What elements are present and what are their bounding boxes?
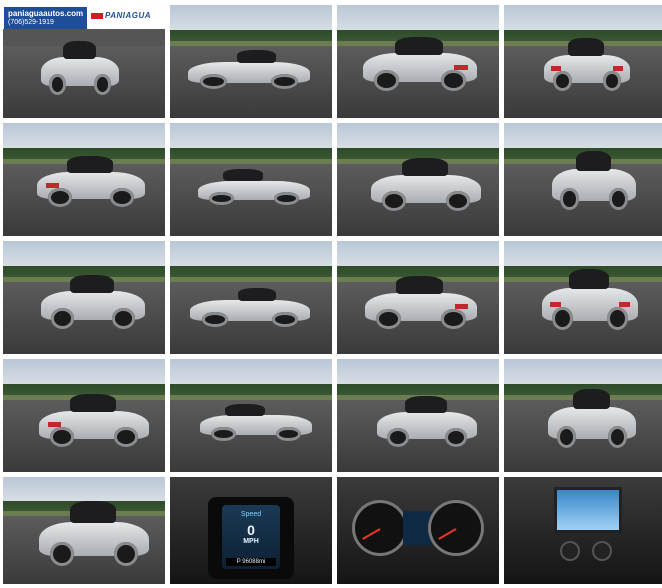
dealer-site-badge: paniaguaautos.com (706)529-1919 (4, 7, 88, 29)
speedometer-photo[interactable]: Speed 0 MPH P 96088mi (170, 477, 332, 584)
instrument-cluster: Speed 0 MPH P 96088mi (208, 497, 294, 579)
car-photo-16[interactable] (504, 359, 662, 472)
speed-display: Speed 0 MPH P 96088mi (222, 505, 280, 569)
silver-convertible (37, 153, 145, 209)
silver-convertible (371, 155, 481, 213)
car-photo-8[interactable] (504, 123, 662, 236)
silver-convertible (39, 497, 149, 569)
car-photo-12[interactable] (504, 241, 662, 354)
center-display (403, 511, 433, 545)
tachometer-gauge (355, 503, 405, 553)
speedometer-gauge (431, 503, 481, 553)
car-photo-1[interactable]: paniaguaautos.com (706)529-1919 PANIAGUA (3, 5, 165, 118)
car-photo-7[interactable] (337, 123, 499, 236)
dealer-brand: PANIAGUA (91, 11, 151, 20)
climate-knob-right (594, 543, 610, 559)
car-photo-3[interactable] (337, 5, 499, 118)
silver-convertible (365, 273, 477, 331)
car-photo-9[interactable] (3, 241, 165, 354)
silver-convertible (198, 167, 310, 207)
car-photo-10[interactable] (170, 241, 332, 354)
silver-convertible (41, 271, 145, 331)
speed-unit: MPH (243, 538, 259, 545)
car-photo-5[interactable] (3, 123, 165, 236)
car-photo-14[interactable] (170, 359, 332, 472)
car-photo-13[interactable] (3, 359, 165, 472)
silver-convertible (544, 35, 630, 93)
dealer-site: paniaguaautos.com (8, 9, 84, 18)
silver-convertible (39, 391, 149, 449)
gauges-photo[interactable] (337, 477, 499, 584)
silver-convertible (363, 33, 477, 93)
infotainment-screen (554, 487, 622, 533)
car-photo-4[interactable] (504, 5, 662, 118)
dealer-logo: paniaguaautos.com (706)529-1919 PANIAGUA (3, 5, 165, 29)
photo-grid: paniaguaautos.com (706)529-1919 PANIAGUA (3, 5, 662, 584)
gear-indicator: P (236, 559, 241, 565)
silver-convertible (188, 47, 310, 91)
car-photo-2[interactable] (170, 5, 332, 118)
car-photo-17[interactable] (3, 477, 165, 584)
silver-convertible (548, 385, 636, 451)
silver-convertible (377, 393, 477, 449)
silver-convertible (542, 265, 638, 333)
silver-convertible (41, 37, 119, 97)
climate-knob-left (562, 543, 578, 559)
dealer-phone: (706)529-1919 (8, 19, 54, 26)
console-photo[interactable] (504, 477, 662, 584)
speed-value: 0 (247, 522, 255, 538)
car-photo-15[interactable] (337, 359, 499, 472)
speed-label: Speed (240, 511, 262, 518)
silver-convertible (190, 285, 310, 329)
silver-convertible (552, 147, 636, 213)
car-photo-11[interactable] (337, 241, 499, 354)
odometer: 96088mi (242, 559, 266, 565)
silver-convertible (200, 401, 312, 443)
car-photo-6[interactable] (170, 123, 332, 236)
odometer-row: P 96088mi (226, 558, 276, 566)
